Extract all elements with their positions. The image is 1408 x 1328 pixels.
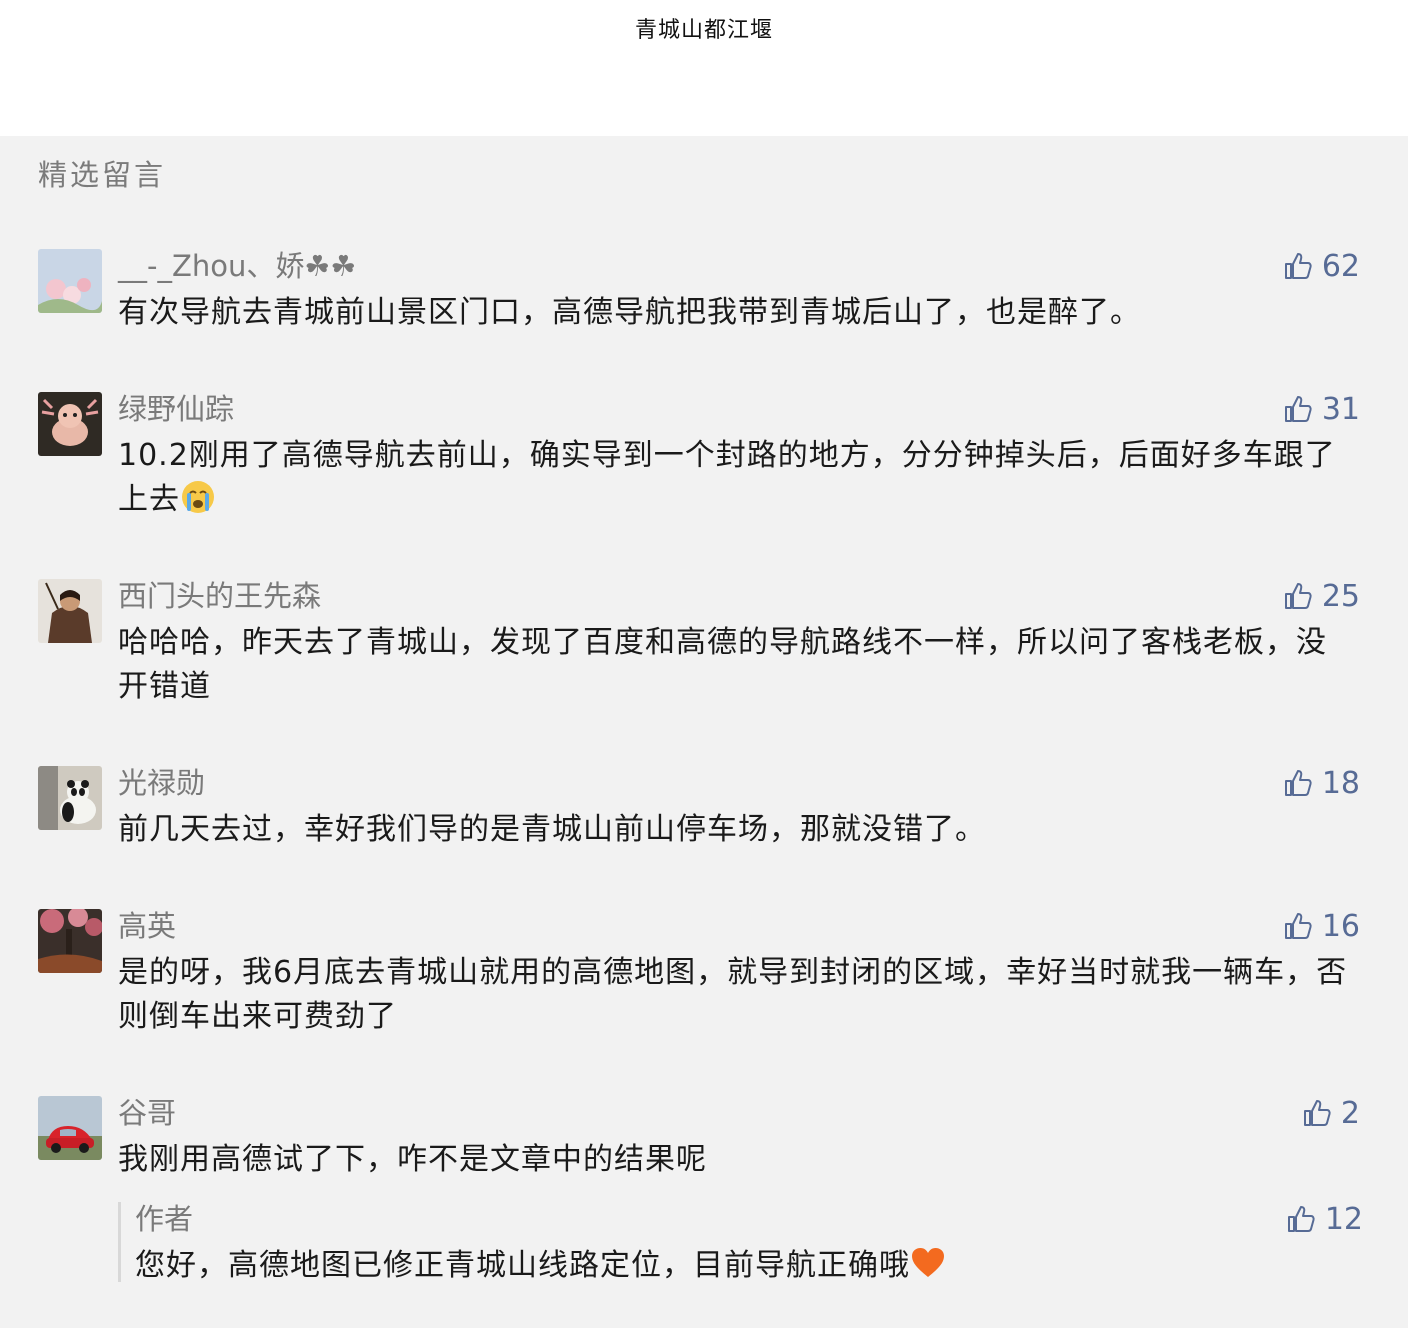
reply-author-name: 作者 [135,1202,194,1236]
avatar[interactable] [38,909,102,973]
thumbs-up-icon [1301,1097,1333,1129]
commenter-name: 高英 [118,909,177,943]
page-title: 青城山都江堰 [634,18,773,43]
reply-text: 您好，高德地图已修正青城山线路定位，目前导航正确哦 [135,1248,910,1283]
like-count: 18 [1321,765,1360,801]
comment-text: 10.2刚用了高德导航去前山，确实导到一个封路的地方，分分钟掉头后，后面好多车跟… [118,438,1336,517]
thumbs-up-icon [1282,580,1314,612]
like-button[interactable]: 62 [1282,248,1360,284]
thumbs-up-icon [1285,1203,1317,1235]
commenter-name: 绿野仙踪 [118,392,235,426]
like-count: 12 [1324,1201,1363,1237]
crying-face-icon [182,481,214,513]
comment-text: 哈哈哈，昨天去了青城山，发现了百度和高德的导航路线不一样，所以问了客栈老板，没开… [118,625,1327,704]
reply-text-wrap: 您好，高德地图已修正青城山线路定位，目前导航正确哦 [135,1244,1235,1288]
like-button[interactable]: 31 [1282,391,1360,427]
like-button[interactable]: 18 [1282,765,1360,801]
like-button[interactable]: 25 [1282,578,1360,614]
like-count: 16 [1321,908,1360,944]
like-button[interactable]: 2 [1301,1095,1360,1131]
avatar[interactable] [38,766,102,830]
thumbs-up-icon [1282,250,1314,282]
like-count: 25 [1321,578,1360,614]
avatar[interactable] [38,579,102,643]
like-count: 31 [1321,391,1360,427]
comment-text: 是的呀，我6月底去青城山就用的高德地图，就导到封闭的区域，幸好当时就我一辆车，否… [118,955,1348,1034]
comment-text: 前几天去过，幸好我们导的是青城山前山停车场，那就没错了。 [118,812,986,847]
commenter-name: __-_Zhou、娇☘☘ [118,249,357,283]
like-count: 2 [1340,1095,1360,1131]
orange-heart-icon [912,1248,944,1277]
article-bottom-area: 青城山都江堰 [0,0,1408,136]
like-button[interactable]: 12 [1285,1201,1363,1237]
comment-text: 我刚用高德试了下，咋不是文章中的结果呢 [118,1142,707,1177]
commenter-name: 光禄勋 [118,766,206,800]
avatar[interactable] [38,1096,102,1160]
section-title: 精选留言 [38,158,167,192]
thumbs-up-icon [1282,910,1314,942]
like-count: 62 [1321,248,1360,284]
like-button[interactable]: 16 [1282,908,1360,944]
comment-text: 有次导航去青城前山景区门口，高德导航把我带到青城后山了，也是醉了。 [118,295,1141,330]
author-reply: 作者 您好，高德地图已修正青城山线路定位，目前导航正确哦 12 [118,1201,1363,1283]
avatar[interactable] [38,392,102,456]
comment-text-wrap: 10.2刚用了高德导航去前山，确实导到一个封路的地方，分分钟掉头后，后面好多车跟… [118,434,1348,522]
commenter-name: 西门头的王先森 [118,579,322,613]
commenter-name: 谷哥 [118,1096,177,1130]
avatar[interactable] [38,249,102,313]
thumbs-up-icon [1282,767,1314,799]
thumbs-up-icon [1282,393,1314,425]
